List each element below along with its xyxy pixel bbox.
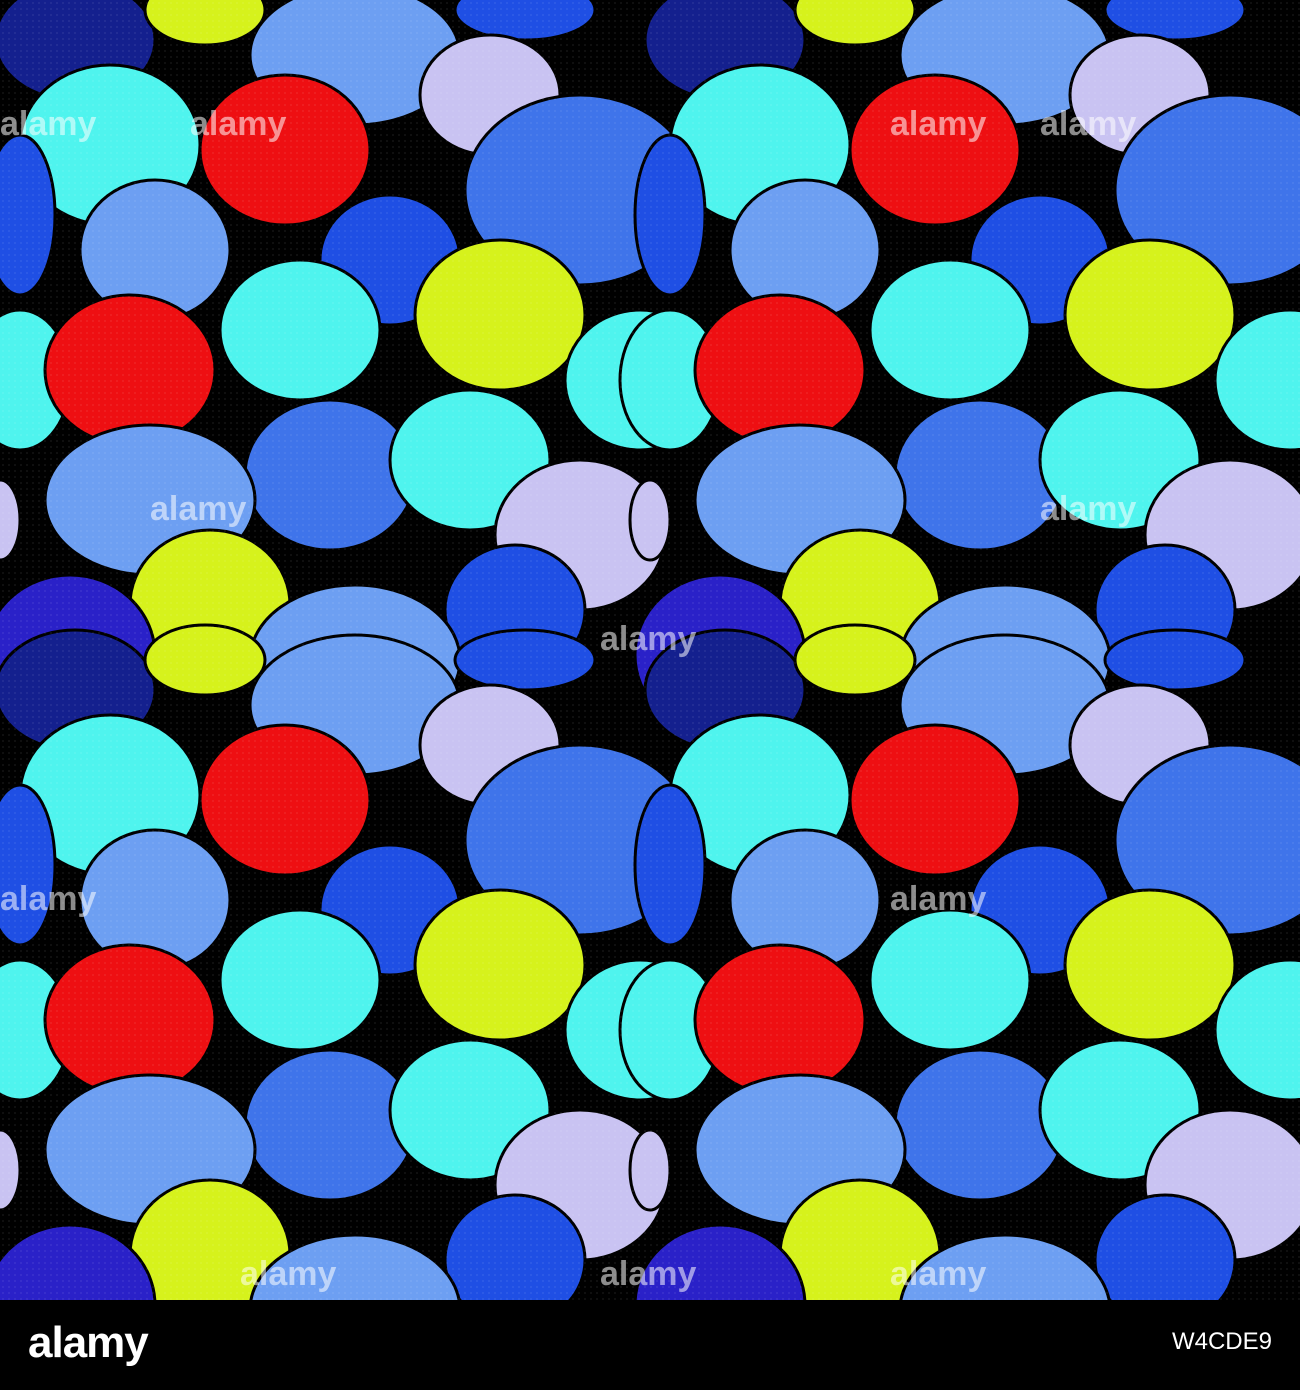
footer-bar: alamy W4CDE9 [0, 1300, 1300, 1390]
circle-pattern-svg [0, 0, 1300, 1300]
alamy-logo: alamy [28, 1318, 149, 1367]
image-id-label: W4CDE9 [1171, 1328, 1272, 1355]
circle-pattern [0, 0, 1300, 1300]
